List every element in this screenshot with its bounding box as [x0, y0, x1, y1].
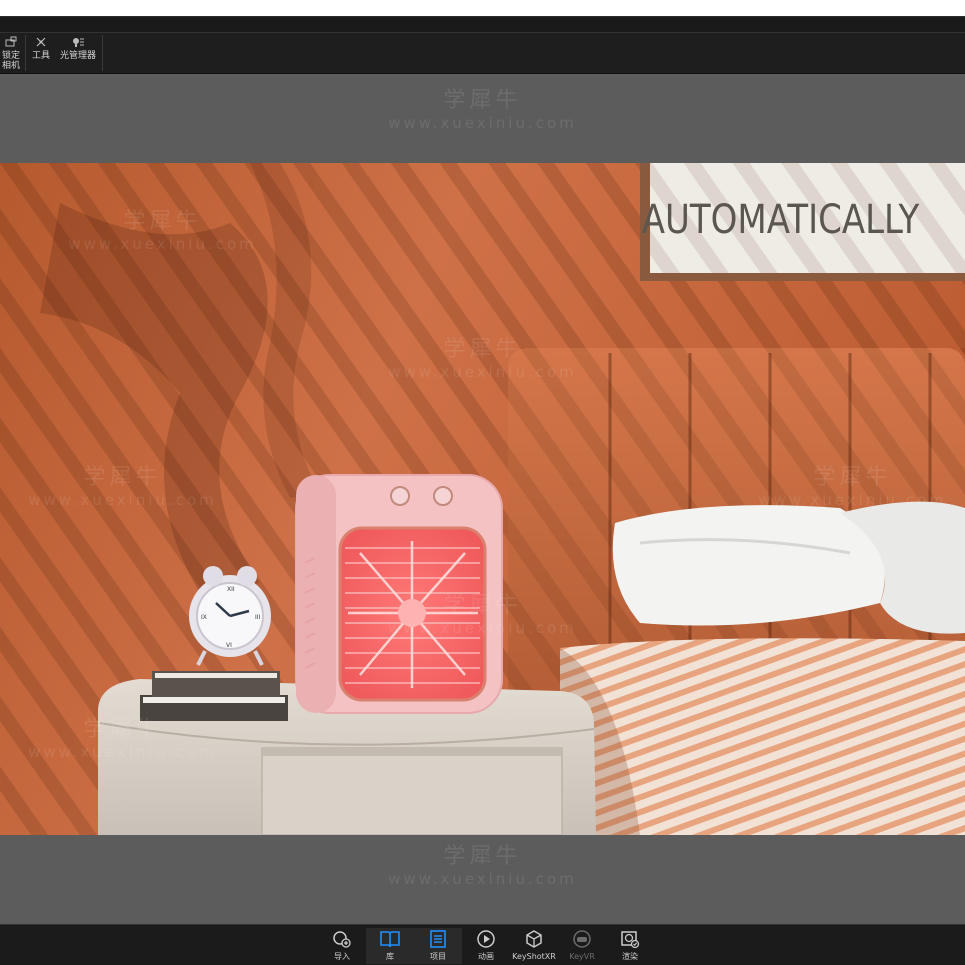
- keyshotxr-label: KeyShotXR: [512, 952, 556, 961]
- keyshotxr-button[interactable]: KeyShotXR: [510, 928, 558, 964]
- project-button[interactable]: 项目: [414, 928, 462, 964]
- import-button[interactable]: 导入: [318, 928, 366, 964]
- animation-label: 动画: [478, 952, 494, 961]
- top-toolbar: 锁定 相机 工具 光管理器: [0, 16, 965, 74]
- svg-text:VI: VI: [226, 642, 232, 649]
- light-manager-label: 光管理器: [59, 51, 96, 61]
- animation-icon: [475, 928, 497, 950]
- bottom-toolbar: 导入 库 项目 动画 KeyShotXR KeyVR 渲染: [0, 924, 965, 965]
- import-icon: [331, 928, 353, 950]
- poster-text: AUTOMATICALLY: [642, 196, 920, 242]
- keyvr-icon: [571, 928, 593, 950]
- keyshot-window: 锁定 相机 工具 光管理器 学犀牛 www.xuexiniu.com AUTOM…: [0, 0, 965, 965]
- library-button[interactable]: 库: [366, 928, 414, 964]
- keyvr-label: KeyVR: [569, 952, 595, 961]
- light-manager-button[interactable]: 光管理器: [58, 35, 98, 71]
- render-viewport[interactable]: 学犀牛 www.xuexiniu.com AUTOMATICALLY XII I…: [0, 74, 965, 924]
- svg-text:IX: IX: [201, 614, 207, 621]
- scene-illustration: AUTOMATICALLY XIIIIIVIIX: [0, 163, 965, 835]
- watermark: 学犀牛 www.xuexiniu.com: [388, 88, 577, 132]
- light-manager-icon: [71, 35, 85, 49]
- render-button[interactable]: 渲染: [606, 928, 654, 964]
- render-label: 渲染: [622, 952, 638, 961]
- toolbar-divider: [25, 35, 26, 71]
- lock-camera-label-2: 相机: [1, 61, 20, 71]
- lock-camera-button[interactable]: 锁定 相机: [1, 35, 21, 71]
- svg-text:III: III: [255, 614, 261, 621]
- import-label: 导入: [334, 952, 350, 961]
- keyvr-button[interactable]: KeyVR: [558, 928, 606, 964]
- tools-icon: [34, 35, 48, 49]
- menu-strip: [0, 17, 965, 33]
- project-icon: [427, 928, 449, 950]
- animation-button[interactable]: 动画: [462, 928, 510, 964]
- window-top-edge: [0, 0, 965, 16]
- toolbar-divider: [102, 35, 103, 71]
- tools-button[interactable]: 工具: [29, 35, 53, 71]
- library-icon: [379, 928, 401, 950]
- lock-camera-icon: [4, 35, 18, 49]
- lock-camera-label-1: 锁定: [1, 51, 20, 61]
- project-label: 项目: [430, 952, 446, 961]
- watermark: 学犀牛 www.xuexiniu.com: [388, 844, 577, 888]
- keyshotxr-icon: [523, 928, 545, 950]
- rendered-scene: AUTOMATICALLY XII III VI IX: [0, 163, 965, 835]
- svg-text:XII: XII: [227, 586, 235, 593]
- library-label: 库: [386, 952, 394, 961]
- tools-label: 工具: [31, 51, 50, 61]
- render-icon: [619, 928, 641, 950]
